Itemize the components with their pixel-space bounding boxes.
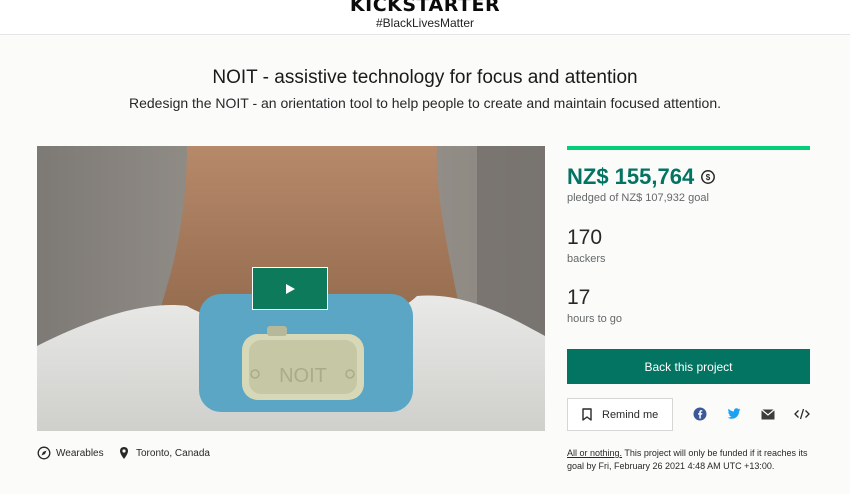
hours-count: 17 <box>567 286 591 309</box>
back-project-button[interactable]: Back this project <box>567 349 810 384</box>
hours-label: hours to go <box>567 313 623 325</box>
pledged-amount: NZ$ 155,764 $ <box>567 163 716 191</box>
top-bar: KICKSTARTER #BlackLivesMatter <box>0 0 850 35</box>
bookmark-icon <box>582 408 592 421</box>
facebook-share-button[interactable] <box>692 406 708 422</box>
compass-icon <box>37 446 51 460</box>
project-title: NOIT - assistive technology for focus an… <box>212 67 638 88</box>
facebook-icon <box>693 407 707 421</box>
hashtag-link[interactable]: #BlackLivesMatter <box>0 16 850 30</box>
all-or-nothing-link[interactable]: All or nothing. <box>567 448 622 458</box>
category-link[interactable]: Wearables <box>37 445 104 461</box>
location-label: Toronto, Canada <box>136 447 210 459</box>
goal-text: pledged of NZ$ 107,932 goal <box>567 192 709 204</box>
backers-label: backers <box>567 253 606 265</box>
remind-me-button[interactable]: Remind me <box>567 398 673 431</box>
project-subtitle: Redesign the NOIT - an orientation tool … <box>128 95 721 111</box>
funding-note: All or nothing. This project will only b… <box>567 447 810 472</box>
svg-text:$: $ <box>706 173 711 182</box>
pledged-value: NZ$ 155,764 <box>567 164 695 189</box>
remind-me-label: Remind me <box>602 408 659 421</box>
play-icon <box>286 283 295 294</box>
kickstarter-logo[interactable]: KICKSTARTER <box>0 0 850 15</box>
embed-share-button[interactable] <box>794 406 810 422</box>
location-link[interactable]: Toronto, Canada <box>117 445 210 461</box>
device-label: NOIT <box>279 365 327 387</box>
play-button[interactable] <box>252 267 328 310</box>
currency-refresh-icon[interactable]: $ <box>700 169 716 185</box>
embed-code-icon <box>794 408 810 420</box>
project-video[interactable]: NOIT <box>37 146 545 431</box>
email-share-button[interactable] <box>760 406 776 422</box>
email-icon <box>761 408 775 419</box>
progress-bar <box>567 146 810 150</box>
backers-count: 170 <box>567 226 603 249</box>
twitter-icon <box>727 408 741 419</box>
category-label: Wearables <box>56 447 104 459</box>
location-pin-icon <box>120 447 128 459</box>
twitter-share-button[interactable] <box>726 406 742 422</box>
